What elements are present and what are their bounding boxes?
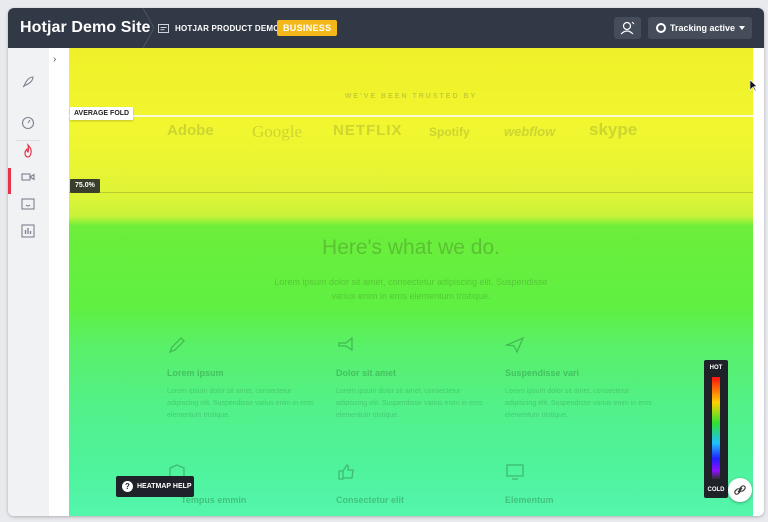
- sidebar: [8, 48, 50, 516]
- recordings-icon[interactable]: [20, 169, 36, 185]
- mouse-cursor-icon: [750, 80, 758, 92]
- average-fold-line: [69, 115, 753, 117]
- share-link-button[interactable]: [728, 478, 752, 502]
- analytics-icon[interactable]: [20, 223, 36, 239]
- scroll-percent-label: 75.0%: [70, 179, 100, 193]
- link-icon: [734, 485, 746, 495]
- feature-body: Lorem ipsum dolor sit amet, consectetur …: [167, 388, 314, 419]
- tracking-status-dropdown[interactable]: Tracking active: [648, 17, 752, 39]
- breadcrumb-separator-icon: [142, 8, 155, 48]
- paper-plane-icon: [504, 336, 525, 354]
- heatmap-icon[interactable]: [20, 143, 36, 159]
- logo-skype: skype: [589, 120, 638, 139]
- rocket-icon[interactable]: [20, 74, 36, 90]
- feature-card: Suspendisse vari Lorem ipsum dolor sit a…: [504, 335, 655, 422]
- megaphone-icon: [338, 336, 353, 352]
- expand-sidebar-icon[interactable]: ›: [53, 54, 56, 65]
- heatmap-legend: HOT COLD: [704, 360, 728, 498]
- feature-body: Lorem ipsum dolor sit amet, consectetur …: [505, 388, 652, 419]
- feature-title: Consectetur elit: [336, 495, 405, 505]
- legend-hot-label: HOT: [709, 365, 723, 371]
- feature-title: Dolor sit amet: [336, 368, 397, 378]
- thumbs-up-icon: [338, 464, 354, 480]
- logo-adobe: Adobe: [167, 122, 214, 139]
- tracking-status-icon: [656, 23, 666, 33]
- logo-google: Google: [252, 122, 303, 141]
- heatmap-help-button[interactable]: ? HEATMAP HELP: [116, 476, 194, 497]
- logo-netflix: NETFLIX: [333, 122, 403, 139]
- feature-title: Elementum: [505, 495, 554, 505]
- scroll-depth-line: [69, 192, 753, 193]
- page-subtitle: Lorem ipsum dolor sit amet, consectetur …: [274, 277, 548, 301]
- sidebar-divider: [16, 140, 40, 141]
- top-bar: Hotjar Demo Site HOTJAR PRODUCT DEMO BUS…: [8, 8, 764, 48]
- scroll-heatmap-canvas[interactable]: WE'VE BEEN TRUSTED BY Adobe Google NETFL…: [69, 48, 753, 516]
- feature-body: Lorem ipsum dolor sit amet, consectetur …: [336, 388, 483, 419]
- feature-title: Suspendisse vari: [505, 368, 580, 378]
- trusted-by-heading: WE'VE BEEN TRUSTED BY: [344, 93, 478, 100]
- logo-spotify: Spotify: [429, 125, 470, 139]
- feature-card: Dolor sit amet Lorem ipsum dolor sit ame…: [336, 335, 486, 422]
- average-fold-label: AVERAGE FOLD: [70, 107, 134, 120]
- plan-badge: BUSINESS: [277, 20, 338, 36]
- legend-cold-label: COLD: [707, 487, 725, 493]
- chevron-down-icon: [739, 26, 745, 30]
- user-icon: [620, 21, 635, 35]
- tracking-status-label: Tracking active: [670, 23, 736, 33]
- pencil-icon: [168, 337, 185, 354]
- logo-webflow: webflow: [504, 124, 556, 139]
- feature-card: Elementum: [505, 462, 655, 513]
- feature-title: Lorem ipsum: [167, 368, 224, 378]
- feature-card: Lorem ipsum Lorem ipsum dolor sit amet, …: [167, 335, 317, 422]
- user-account-button[interactable]: [614, 17, 641, 39]
- page-headline: Here's what we do.: [322, 236, 500, 259]
- feature-card: Consectetur elit: [336, 462, 486, 513]
- project-icon: [158, 24, 169, 33]
- project-name[interactable]: HOTJAR PRODUCT DEMO: [175, 8, 280, 48]
- feedback-icon[interactable]: [20, 196, 36, 212]
- dashboard-icon[interactable]: [20, 115, 36, 131]
- site-title[interactable]: Hotjar Demo Site: [20, 8, 151, 48]
- monitor-icon: [506, 464, 524, 480]
- heatmap-help-label: HEATMAP HELP: [137, 483, 192, 490]
- app-window: Hotjar Demo Site HOTJAR PRODUCT DEMO BUS…: [8, 8, 764, 516]
- sidebar-collapse-strip: ›: [49, 48, 69, 516]
- question-icon: ?: [122, 481, 133, 492]
- legend-gradient-bar: [712, 377, 720, 479]
- sidebar-active-indicator: [8, 168, 11, 194]
